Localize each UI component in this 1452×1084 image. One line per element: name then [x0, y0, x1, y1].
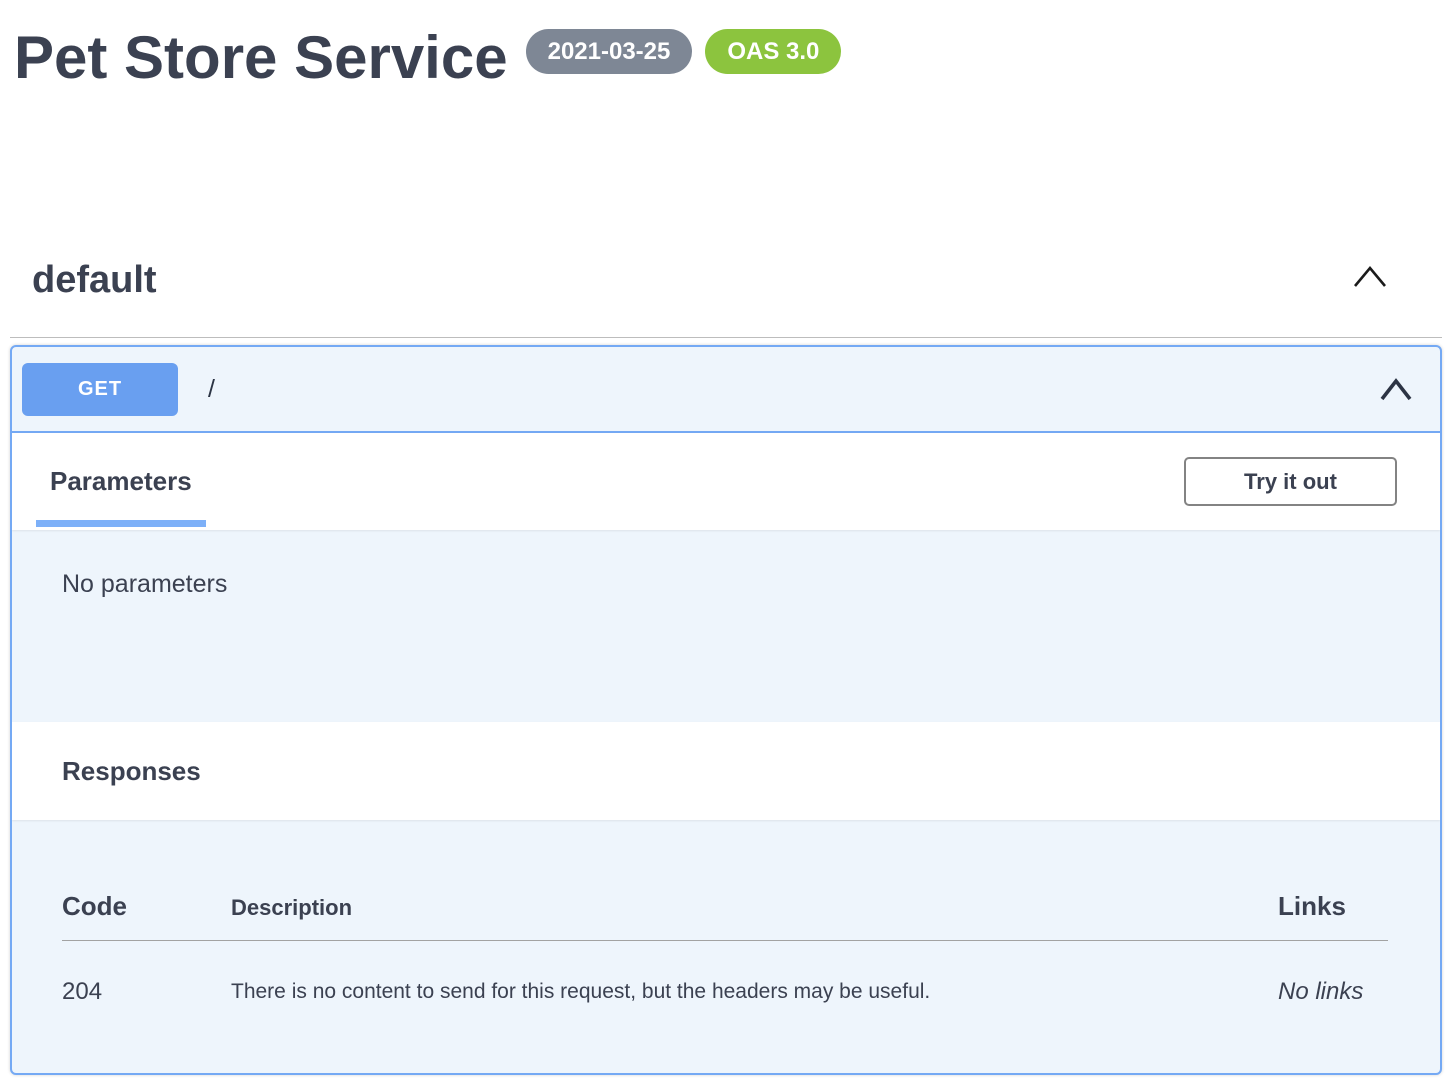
- tab-parameters-label: Parameters: [50, 466, 192, 497]
- parameters-tab-header: Parameters Try it out: [12, 433, 1440, 530]
- opblock-path: /: [208, 375, 215, 404]
- table-row: 204 There is no content to send for this…: [62, 941, 1388, 1007]
- version-badge: 2021-03-25: [526, 29, 693, 74]
- column-header-code: Code: [62, 891, 231, 921]
- tab-parameters[interactable]: Parameters: [36, 433, 206, 530]
- response-code: 204: [62, 977, 231, 1007]
- no-parameters-message: No parameters: [62, 570, 227, 598]
- section-title: default: [32, 257, 157, 303]
- response-links: No links: [1278, 977, 1388, 1007]
- chevron-up-icon: [1379, 391, 1413, 406]
- http-method-button[interactable]: GET: [22, 363, 178, 416]
- responses-table-header-row: Code Description Links: [62, 820, 1388, 941]
- page-title: Pet Store Service: [14, 20, 508, 95]
- section-header-default[interactable]: default: [10, 257, 1442, 338]
- opblock-get-root: GET / Parameters Try it out No parameter…: [10, 345, 1442, 1075]
- column-header-description: Description: [231, 895, 1278, 921]
- responses-table: Code Description Links 204 There is no c…: [12, 820, 1440, 1075]
- response-description: There is no content to send for this req…: [231, 977, 1278, 1006]
- responses-title: Responses: [62, 756, 201, 787]
- parameters-body: No parameters: [12, 530, 1440, 722]
- column-header-links: Links: [1278, 891, 1388, 921]
- responses-header: Responses: [12, 722, 1440, 820]
- try-it-out-button[interactable]: Try it out: [1184, 457, 1397, 506]
- opblock-collapse-button[interactable]: [1379, 375, 1413, 403]
- chevron-up-icon: [1352, 277, 1388, 292]
- app-header: Pet Store Service 2021-03-25 OAS 3.0: [0, 0, 1452, 110]
- opblock-summary[interactable]: GET /: [12, 347, 1440, 433]
- title-badges: 2021-03-25 OAS 3.0: [526, 29, 842, 74]
- section-collapse-button[interactable]: [1352, 265, 1388, 289]
- oas-version-badge: OAS 3.0: [705, 29, 841, 74]
